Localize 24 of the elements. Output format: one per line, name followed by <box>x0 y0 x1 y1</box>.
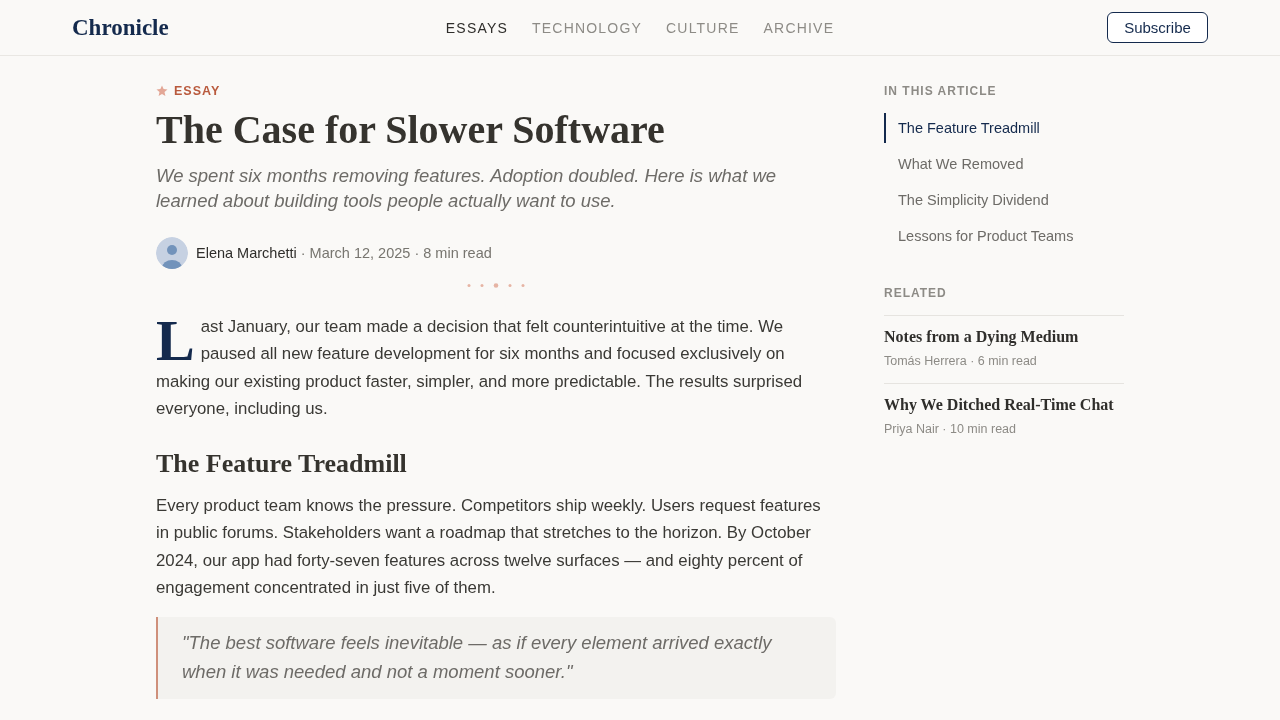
article-meta: · March 12, 2025 · 8 min read <box>300 245 492 261</box>
star-icon <box>156 85 168 97</box>
site-logo[interactable]: Chronicle <box>72 14 169 40</box>
subscribe-button[interactable]: Subscribe <box>1107 12 1208 43</box>
related-article-meta: Tomás Herrera · 6 min read <box>884 353 1038 369</box>
article-title: The Case for Slower Software <box>156 107 666 153</box>
section-heading: The Feature Treadmill <box>156 448 408 481</box>
related-article-link[interactable]: Notes from a Dying Medium <box>884 327 1124 347</box>
toc-link[interactable]: The Simplicity Dividend <box>884 185 1124 215</box>
related-heading: RELATED <box>884 286 948 300</box>
author-name[interactable]: Elena Marchetti <box>196 245 297 261</box>
toc-heading: IN THIS ARTICLE <box>884 84 998 98</box>
avatar-icon <box>156 237 188 269</box>
toc-link[interactable]: Lessons for Product Teams <box>884 221 1124 251</box>
body-paragraph: Every product team knows the pressure. Competitors ship weekly. Users request features in public forums. Stakeholders want a roadmap that stretches to the horizon. By October 2024, our app had forty-seven features across twelve surfaces — and eighty percent of engagement concentrated in just five of them. <box>156 495 822 600</box>
article-subtitle: We spent six months removing features. Adoption doubled. Here is what we learned about building tools people actually want to use. <box>156 164 778 213</box>
category-label: ESSAY <box>174 84 221 98</box>
related-article-meta: Priya Nair · 10 min read <box>884 421 1017 437</box>
toc-link[interactable]: The Feature Treadmill <box>884 113 1124 143</box>
dot-divider-icon <box>467 283 525 288</box>
nav-link[interactable]: ESSAYS <box>445 19 509 36</box>
pull-quote: "The best software feels inevitable — as if every element arrived exactly when it was needed and not a moment sooner." <box>156 617 836 700</box>
toc-link[interactable]: What We Removed <box>884 149 1124 179</box>
related-article-link[interactable]: Why We Ditched Real-Time Chat <box>884 395 1124 415</box>
